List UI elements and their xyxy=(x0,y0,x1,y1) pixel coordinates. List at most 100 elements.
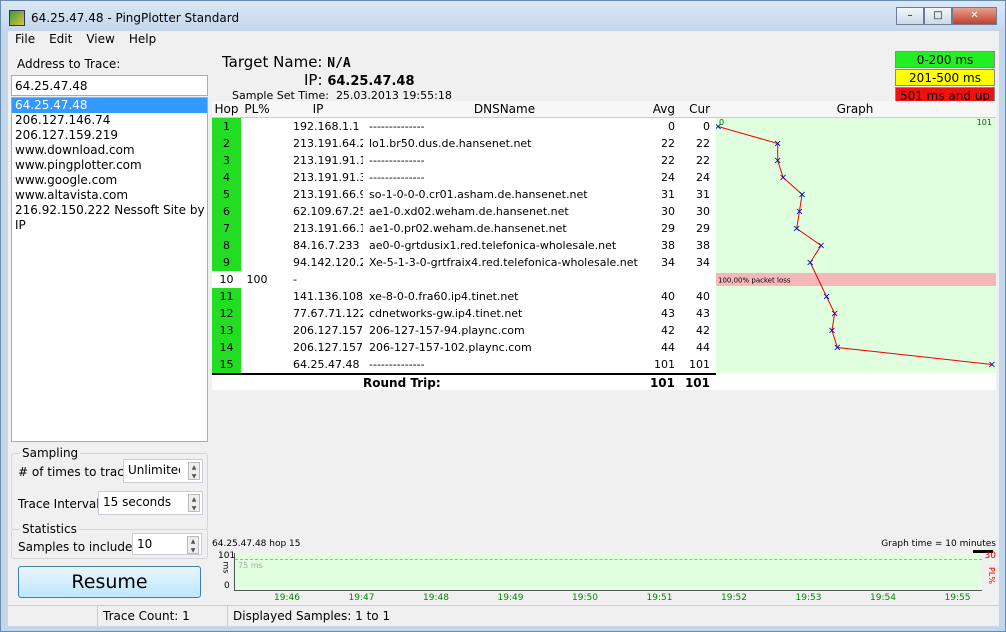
statistics-group: Statistics Samples to include: 10 ▲ ▼ xyxy=(11,522,208,559)
maximize-button[interactable]: □ xyxy=(924,7,952,25)
time-tick: 19:52 xyxy=(721,593,747,603)
col-avg[interactable]: Avg xyxy=(646,101,679,117)
status-bar: Trace Count: 1 Displayed Samples: 1 to 1 xyxy=(8,605,999,626)
pl-max-label: 30 xyxy=(984,551,996,561)
hop-ip: 213.191.66.9 xyxy=(293,188,363,201)
hop-hop: 10 xyxy=(212,271,241,288)
history-item[interactable]: www.google.com xyxy=(12,173,207,188)
trace-count: Trace Count: 1 xyxy=(98,606,228,626)
round-trip-row: Round Trip: 101 101 xyxy=(212,373,716,390)
spin-arrows-icon[interactable]: ▲ ▼ xyxy=(188,462,200,480)
trace-interval-input[interactable]: 15 seconds ▲ ▼ xyxy=(98,491,203,515)
hop-row[interactable]: 1 192.168.1.1 -------------- 0 0 xyxy=(212,118,996,135)
statistics-title: Statistics xyxy=(20,522,79,536)
hop-dns: 206-127-157-102.plaync.com xyxy=(369,341,532,354)
table-header: Hop PL% IP DNSName Avg Cur Graph xyxy=(212,101,996,118)
hop-pl xyxy=(241,135,273,152)
hop-dns: -------------- xyxy=(369,154,425,167)
hop-cur: 30 xyxy=(696,205,710,218)
hop-avg: 30 xyxy=(661,205,675,218)
history-item[interactable]: 216.92.150.222 Nessoft Site by IP xyxy=(12,203,207,232)
hop-row[interactable]: 6 62.109.67.254 ae1-0.xd02.weham.de.hansen… xyxy=(212,203,996,220)
hop-pl xyxy=(241,305,273,322)
hop-pl xyxy=(241,356,273,373)
col-cur[interactable]: Cur xyxy=(679,101,714,117)
hop-avg: 22 xyxy=(661,154,675,167)
hop-row[interactable]: 15 64.25.47.48 -------------- 101 101 xyxy=(212,356,996,373)
hop-row[interactable]: 5 213.191.66.9 so-1-0-0-0.cr01.asham.de.ha… xyxy=(212,186,996,203)
hop-pl xyxy=(241,169,273,186)
hop-hop: 9 xyxy=(212,254,241,271)
sampling-title: Sampling xyxy=(20,446,81,460)
resume-button[interactable]: Resume xyxy=(18,566,201,598)
hop-hop: 1 xyxy=(212,118,241,135)
hop-row[interactable]: 10 100 - xyxy=(212,271,996,288)
hop-pl xyxy=(241,203,273,220)
col-graph[interactable]: Graph xyxy=(714,101,996,117)
hop-dns: 206-127-157-94.plaync.com xyxy=(369,324,525,337)
hop-row[interactable]: 2 213.191.64.29 lo1.br50.dus.de.hansenet.n… xyxy=(212,135,996,152)
minimize-button[interactable]: – xyxy=(896,7,924,25)
hop-avg: 0 xyxy=(668,120,675,133)
hop-cur: 38 xyxy=(696,239,710,252)
displayed-samples: Displayed Samples: 1 to 1 xyxy=(233,609,391,623)
hop-hop: 15 xyxy=(212,356,241,373)
col-hop[interactable]: Hop xyxy=(212,101,241,117)
col-dns[interactable]: DNSName xyxy=(363,101,646,117)
history-item[interactable]: 206.127.159.219 xyxy=(12,128,207,143)
hop-row[interactable]: 8 84.16.7.233 ae0-0-grtdusix1.red.telefoni… xyxy=(212,237,996,254)
address-input[interactable] xyxy=(11,75,208,96)
hop-hop: 4 xyxy=(212,169,241,186)
history-item[interactable]: www.download.com xyxy=(12,143,207,158)
hop-pl xyxy=(241,118,273,135)
hop-avg: 24 xyxy=(661,171,675,184)
hop-hop: 11 xyxy=(212,288,241,305)
app-icon xyxy=(9,10,25,26)
hop-avg xyxy=(646,271,679,288)
time-graph-panel: 64.25.47.48 hop 15 Graph time = 10 minut… xyxy=(212,537,996,605)
hop-row[interactable]: 7 213.191.66.181 ae1-0.pr02.weham.de.hanse… xyxy=(212,220,996,237)
menu-view[interactable]: View xyxy=(79,31,121,49)
hop-row[interactable]: 14 206.127.157.102 206-127-157-102.plaync.… xyxy=(212,339,996,356)
samples-input[interactable]: 10 ▲ ▼ xyxy=(132,533,202,555)
hop-cur: 43 xyxy=(696,307,710,320)
hop-cur: 101 xyxy=(689,358,710,371)
history-item[interactable]: 64.25.47.48 xyxy=(12,98,207,113)
hop-avg: 43 xyxy=(661,307,675,320)
hop-row[interactable]: 4 213.191.91.3 -------------- 24 24 xyxy=(212,169,996,186)
time-tick: 19:55 xyxy=(944,593,971,603)
menu-edit[interactable]: Edit xyxy=(42,31,79,49)
hop-row[interactable]: 13 206.127.157.94 206-127-157-94.plaync.co… xyxy=(212,322,996,339)
history-item[interactable]: 206.127.146.74 xyxy=(12,113,207,128)
close-button[interactable]: ✕ xyxy=(952,7,997,25)
hop-hop: 13 xyxy=(212,322,241,339)
hop-row[interactable]: 11 141.136.108.45 xe-8-0-0.fra60.ip4.tinet… xyxy=(212,288,996,305)
hop-cur: 29 xyxy=(696,222,710,235)
hop-cur xyxy=(679,271,714,288)
time-graph-area[interactable]: 75 ms xyxy=(234,553,982,591)
hop-cur: 44 xyxy=(696,341,710,354)
hop-avg: 29 xyxy=(661,222,675,235)
address-history-list[interactable]: 64.25.47.48 206.127.146.74 206.127.159.219… xyxy=(11,97,208,442)
history-item[interactable]: www.altavista.com xyxy=(12,188,207,203)
hop-row[interactable]: 12 77.67.71.122 cdnetworks-gw.ip4.tinet.ne… xyxy=(212,305,996,322)
col-ip[interactable]: IP xyxy=(273,101,363,117)
hop-hop: 7 xyxy=(212,220,241,237)
hop-avg: 44 xyxy=(661,341,675,354)
hop-ip: - xyxy=(293,273,297,286)
hop-ip: 213.191.91.3 xyxy=(293,171,363,184)
hop-ip: 192.168.1.1 xyxy=(293,120,360,133)
hop-avg: 42 xyxy=(661,324,675,337)
pl-unit-label: PL% xyxy=(987,567,997,584)
spin-arrows-icon[interactable]: ▲ ▼ xyxy=(188,494,200,512)
hop-row[interactable]: 9 94.142.120.250 Xe-5-1-3-0-grtfraix4.red.… xyxy=(212,254,996,271)
hop-row[interactable]: 3 213.191.91.16 -------------- 22 22 xyxy=(212,152,996,169)
spin-arrows-icon[interactable]: ▲ ▼ xyxy=(187,536,199,554)
hop-hop: 5 xyxy=(212,186,241,203)
menu-file[interactable]: File xyxy=(8,31,42,49)
col-pl[interactable]: PL% xyxy=(241,101,273,117)
menu-help[interactable]: Help xyxy=(122,31,163,49)
hop-avg: 101 xyxy=(654,358,675,371)
history-item[interactable]: www.pingplotter.com xyxy=(12,158,207,173)
times-to-trace-input[interactable]: Unlimited ▲▼ xyxy=(123,459,203,483)
